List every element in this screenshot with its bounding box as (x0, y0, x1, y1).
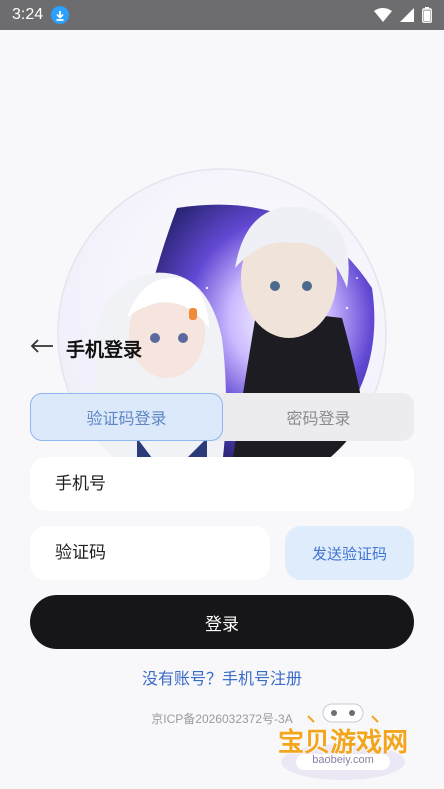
page-title: 手机登录 (66, 338, 143, 361)
register-link[interactable]: 没有账号？手机号注册 (0, 665, 444, 689)
anime-couple-image (57, 168, 387, 498)
signal-icon (400, 8, 414, 22)
battery-icon (422, 7, 432, 23)
phone-field (30, 457, 414, 511)
code-input[interactable] (55, 543, 270, 563)
login-button[interactable]: 登录 (30, 595, 414, 649)
status-icons (374, 7, 432, 23)
download-icon (51, 6, 70, 24)
phone-input[interactable] (55, 474, 414, 494)
status-time: 3:24 (12, 6, 44, 23)
arrow-left-icon (30, 339, 53, 353)
watermark-logo: 宝贝游戏网 baobeiy.com (268, 700, 418, 782)
login-mode-tabs: 验证码登录 密码登录 (30, 393, 414, 441)
hero-illustration (57, 168, 387, 498)
tab-sms-code-login[interactable]: 验证码登录 (30, 393, 223, 441)
tab-password-login[interactable]: 密码登录 (223, 393, 414, 441)
watermark-url: baobeiy.com (296, 754, 390, 770)
code-field (30, 526, 270, 580)
back-button[interactable] (30, 338, 54, 358)
send-code-button[interactable]: 发送验证码 (285, 526, 414, 580)
header: 手机登录 (30, 334, 142, 362)
wifi-icon (374, 8, 392, 22)
status-bar: 3:24 (0, 0, 444, 30)
